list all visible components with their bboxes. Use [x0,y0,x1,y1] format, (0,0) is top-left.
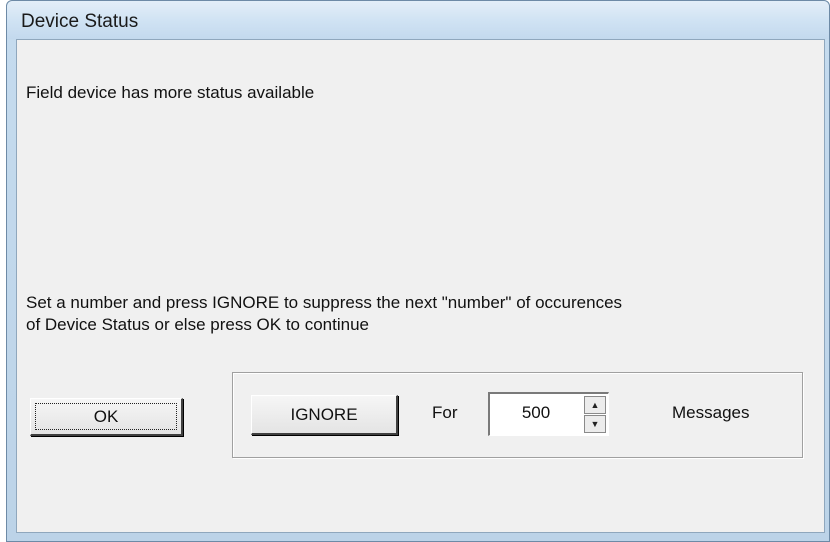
window-title: Device Status [21,11,139,32]
instruction-text-line-2: of Device Status or else press OK to con… [26,315,370,334]
chevron-up-icon: ▲ [590,400,600,410]
ok-button-label: OK [93,407,119,426]
for-label: For [432,403,458,422]
status-message: Field device has more status available [26,83,315,102]
ignore-button[interactable]: IGNORE [251,395,398,435]
spin-down-button[interactable]: ▼ [584,415,606,433]
messages-label: Messages [672,403,750,422]
ok-button[interactable]: OK [30,398,183,436]
spin-buttons: ▲ ▼ [584,396,606,433]
dialog-client-area [16,39,825,533]
spin-up-button[interactable]: ▲ [584,396,606,414]
message-count-input[interactable] [496,400,576,426]
ignore-button-label: IGNORE [290,405,358,424]
chevron-down-icon: ▼ [590,419,600,429]
message-count-spinbox[interactable]: ▲ ▼ [488,392,609,436]
instruction-text-line-1: Set a number and press IGNORE to suppres… [26,293,623,312]
title-bar[interactable]: Device Status [7,1,829,39]
